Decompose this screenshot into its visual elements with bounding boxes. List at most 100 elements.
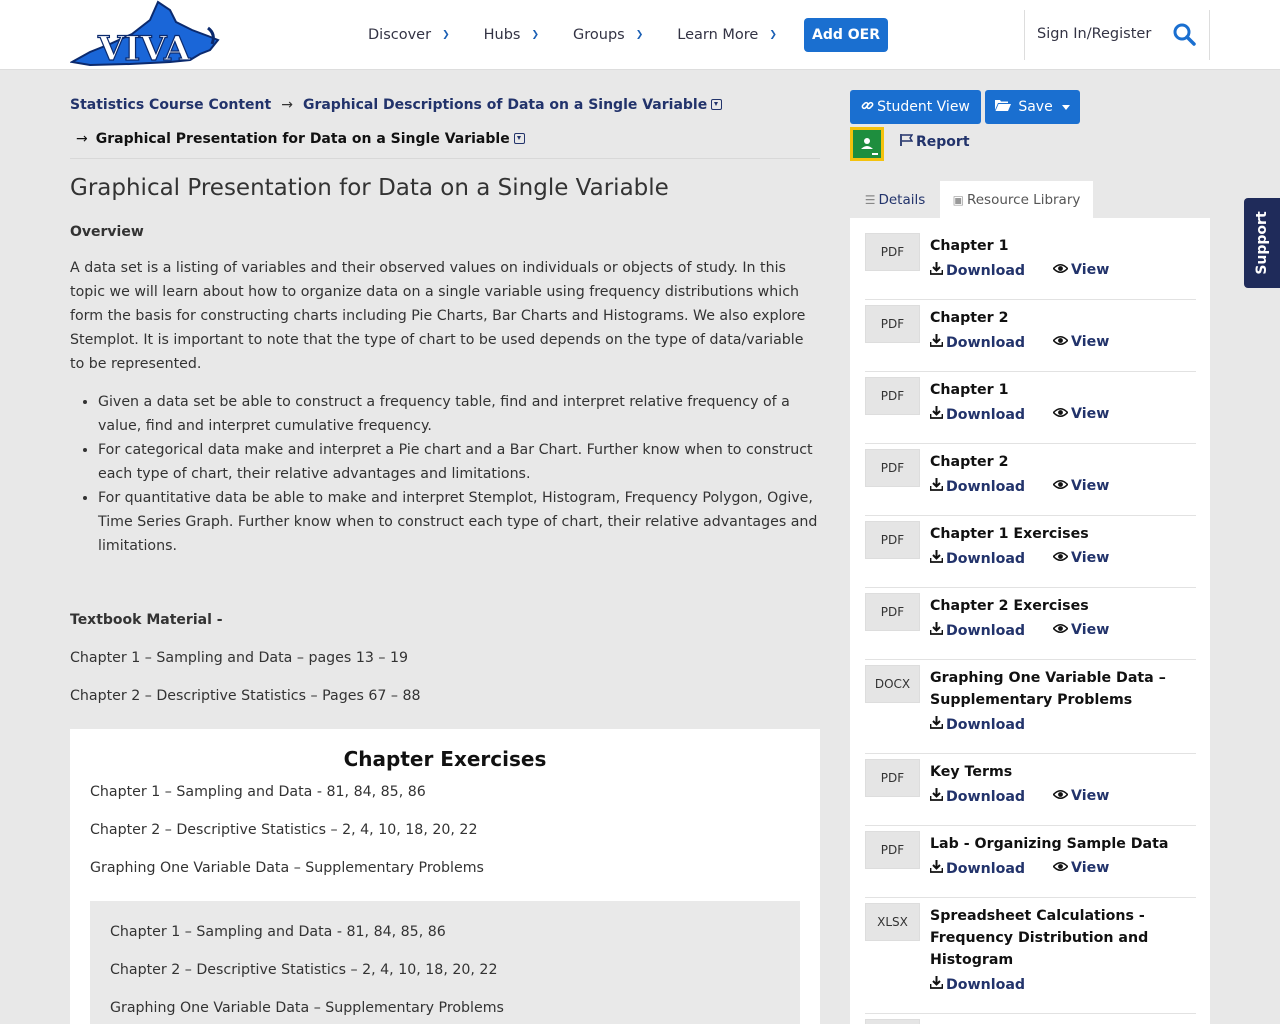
download-link[interactable]: Download: [929, 622, 1025, 639]
breadcrumb-current-item[interactable]: Graphical Presentation for Data on a Sin…: [96, 131, 525, 147]
view-link[interactable]: View: [1052, 788, 1110, 804]
caret-square-down-icon: [711, 99, 723, 110]
divider: [1209, 10, 1210, 60]
view-link[interactable]: View: [1052, 622, 1109, 638]
book-icon: ▣: [952, 192, 964, 207]
file-type-badge: PDF: [865, 233, 920, 271]
view-label: View: [1071, 788, 1110, 804]
breadcrumb-label: Graphical Descriptions of Data on a Sing…: [302, 97, 708, 113]
student-view-label: Student View: [877, 99, 970, 115]
nav-learn-more[interactable]: Learn More ❯: [677, 27, 777, 43]
view-link[interactable]: View: [1052, 860, 1110, 876]
exercise-item: Chapter 1 – Sampling and Data - 81, 84, …: [110, 924, 446, 940]
tab-details[interactable]: ☰ Details: [850, 181, 940, 218]
exercises-quote-block: Chapter 1 – Sampling and Data - 81, 84, …: [90, 901, 800, 1024]
resource-title: Chapter 1: [930, 238, 1009, 254]
list-item: Given a data set be able to construct a …: [98, 390, 822, 438]
page-title: Graphical Presentation for Data on a Sin…: [70, 175, 669, 201]
chevron-down-icon: ❯: [769, 30, 777, 40]
download-link[interactable]: Download: [929, 860, 1025, 877]
exercise-item: Graphing One Variable Data – Supplementa…: [110, 1000, 504, 1016]
student-view-button[interactable]: Student View: [850, 90, 981, 124]
breadcrumb-current: → Graphical Presentation for Data on a Si…: [76, 131, 525, 147]
breadcrumb-graphical-descriptions[interactable]: Graphical Descriptions of Data on a Sing…: [302, 97, 723, 113]
download-label: Download: [946, 788, 1026, 805]
download-label: Download: [946, 550, 1026, 567]
resource-item: PDF Chapter 2 Exercises Download View: [865, 593, 1196, 660]
save-dropdown-button[interactable]: Save: [985, 90, 1080, 124]
download-label: Download: [946, 976, 1026, 993]
breadcrumb-course-content[interactable]: Statistics Course Content: [70, 97, 271, 113]
resource-item: PDF Chapter 1 Exercises Download View: [865, 521, 1196, 588]
list-item: For quantitative data be able to make an…: [98, 486, 822, 558]
exercise-item: Chapter 2 – Descriptive Statistics – 2, …: [110, 962, 498, 978]
download-icon: [929, 788, 944, 805]
download-link[interactable]: Download: [929, 406, 1025, 423]
download-icon: [929, 976, 944, 993]
download-label: Download: [946, 716, 1026, 733]
eye-icon: [1052, 788, 1069, 804]
breadcrumb-label: Graphical Presentation for Data on a Sin…: [95, 131, 510, 147]
report-link[interactable]: Report: [900, 134, 970, 150]
nav-discover[interactable]: Discover ❯: [368, 27, 450, 43]
view-label: View: [1071, 860, 1110, 876]
view-link[interactable]: View: [1052, 550, 1109, 566]
view-link[interactable]: View: [1052, 334, 1109, 350]
flag-icon: [900, 134, 914, 150]
resource-item: DOCX Graphing One Variable Data – Supplem…: [865, 665, 1196, 754]
download-link[interactable]: Download: [929, 334, 1025, 351]
resource-title: Chapter 1: [930, 382, 1009, 398]
resource-title: Lab - Organizing Sample Data: [930, 836, 1169, 852]
resource-item: PDF Lab - Organizing Sample Data Download V…: [865, 831, 1196, 898]
main-nav: Discover ❯ Hubs ❯ Groups ❯ Learn More ❯: [368, 0, 811, 70]
download-link[interactable]: Download: [929, 788, 1026, 805]
download-link[interactable]: Download: [929, 478, 1026, 495]
exercise-item: Chapter 1 – Sampling and Data - 81, 84, …: [90, 784, 426, 800]
file-type-badge: PDF: [865, 377, 920, 415]
download-icon: [929, 716, 944, 733]
nav-hubs[interactable]: Hubs ❯: [484, 27, 539, 43]
sign-in-register-link[interactable]: Sign In/Register: [1037, 26, 1151, 42]
chevron-down-icon: ❯: [442, 30, 450, 40]
viva-logo[interactable]: VIVA: [69, 0, 220, 70]
nav-groups[interactable]: Groups ❯: [573, 27, 643, 43]
overview-heading: Overview: [70, 224, 144, 240]
chapter-exercises-card: Chapter Exercises Chapter 1 – Sampling a…: [70, 729, 820, 1024]
download-link[interactable]: Download: [929, 716, 1026, 733]
search-icon[interactable]: [1172, 22, 1198, 48]
list-item: For categorical data make and interpret …: [98, 438, 822, 486]
view-link[interactable]: View: [1052, 406, 1109, 422]
google-classroom-icon[interactable]: [850, 127, 884, 161]
resource-item: PDF Chapter 2 Download View: [865, 449, 1196, 516]
download-icon: [929, 262, 944, 279]
list-icon: ☰: [864, 192, 876, 207]
resource-item: PDF Chapter 1 Download View: [865, 233, 1196, 300]
view-label: View: [1071, 262, 1110, 278]
support-label: Support: [1254, 211, 1270, 275]
resource-item: XLSX Spreadsheet Calculations - Frequency…: [865, 903, 1196, 1014]
add-oer-button[interactable]: Add OER: [804, 18, 888, 52]
download-link[interactable]: Download: [929, 976, 1026, 993]
eye-icon: [1052, 262, 1069, 278]
download-icon: [929, 550, 944, 567]
download-icon: [929, 860, 944, 877]
resource-title: Key Terms: [930, 764, 1013, 780]
caret-square-down-icon: [513, 133, 525, 144]
download-label: Download: [946, 478, 1026, 495]
view-link[interactable]: View: [1052, 478, 1109, 494]
view-link[interactable]: View: [1052, 262, 1110, 278]
file-type-badge: PDF: [865, 593, 920, 631]
resource-item: PDF Chapter 1 Download View: [865, 377, 1196, 444]
resource-item: PDF Key Terms Download View: [865, 759, 1196, 826]
breadcrumb-arrow: →: [281, 97, 293, 113]
support-tab[interactable]: Support: [1244, 198, 1280, 288]
textbook-item: Chapter 2 – Descriptive Statistics – Pag…: [70, 688, 421, 704]
tab-resource-library[interactable]: ▣ Resource Library: [940, 181, 1093, 218]
eye-icon: [1052, 622, 1069, 638]
resource-title: Chapter 2: [930, 454, 1009, 470]
download-link[interactable]: Download: [929, 262, 1025, 279]
save-label: Save: [1018, 99, 1053, 115]
download-icon: [929, 334, 944, 351]
download-link[interactable]: Download: [929, 550, 1026, 567]
resource-title: Spreadsheet Calculations - Frequency Dis…: [930, 908, 1149, 968]
